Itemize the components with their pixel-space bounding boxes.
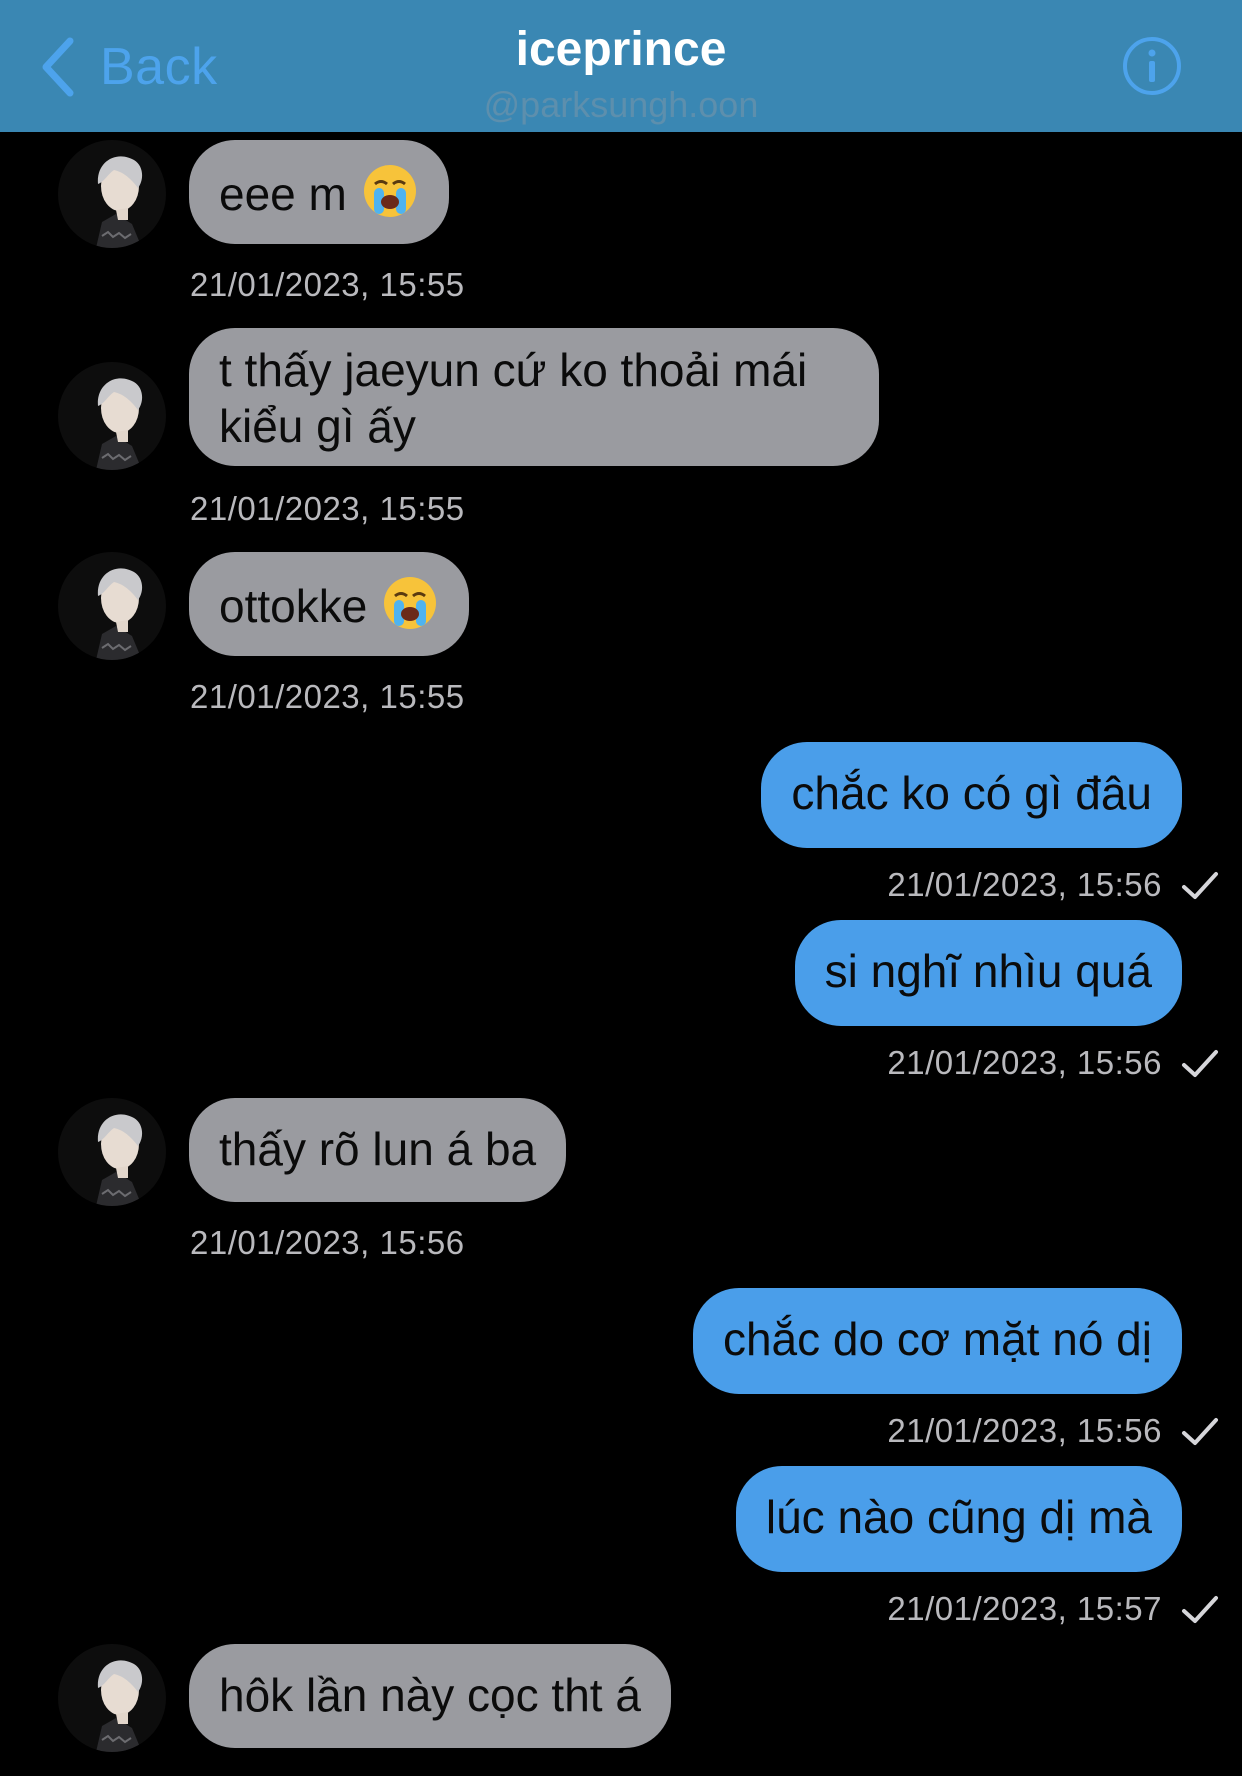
checkmark-icon	[1180, 1416, 1220, 1448]
chat-header: Back iceprince @parksungh.oon	[0, 0, 1242, 132]
checkmark-icon	[1180, 870, 1220, 902]
chat-subtitle: @parksungh.oon	[483, 84, 759, 125]
message-bubble[interactable]: chắc ko có gì đâu	[761, 742, 1182, 848]
avatar[interactable]	[58, 362, 166, 470]
chat-title: iceprince	[515, 23, 727, 76]
avatar[interactable]	[58, 1098, 166, 1206]
message-timestamp: 21/01/2023, 15:55	[190, 678, 465, 715]
message-text: chắc do cơ mặt nó dị	[722, 1313, 1152, 1365]
message-bubble[interactable]: hôk lần này cọc tht á	[189, 1644, 671, 1748]
message-text: ottokke	[219, 580, 368, 632]
message-timestamp: 21/01/2023, 15:56	[190, 1224, 465, 1261]
message-text: chắc ko có gì đâu	[791, 767, 1152, 819]
message-timestamp: 21/01/2023, 15:56	[887, 1412, 1162, 1449]
message-text: si nghĩ nhìu quá	[824, 945, 1152, 997]
message-timestamp: 21/01/2023, 15:55	[190, 266, 465, 303]
loudly-crying-face-icon	[361, 162, 419, 220]
avatar[interactable]	[58, 140, 166, 248]
message-bubble[interactable]: si nghĩ nhìu quá	[794, 920, 1182, 1026]
message-text: hôk lần này cọc tht á	[219, 1669, 641, 1721]
message-text: thấy rõ lun á ba	[219, 1123, 537, 1175]
message-bubble[interactable]: ottokke	[189, 552, 470, 656]
message-timestamp: 21/01/2023, 15:56	[887, 866, 1162, 903]
message-bubble[interactable]: chắc do cơ mặt nó dị	[692, 1288, 1182, 1394]
info-icon[interactable]	[1122, 36, 1182, 96]
message-timestamp: 21/01/2023, 15:57	[887, 1590, 1162, 1627]
checkmark-icon	[1180, 1048, 1220, 1080]
message-bubble[interactable]: t thấy jaeyun cứ ko thoải mái kiểu gì ấy	[189, 328, 879, 466]
message-bubble[interactable]: thấy rõ lun á ba	[189, 1098, 567, 1202]
message-text: eee m	[219, 168, 347, 220]
message-timestamp: 21/01/2023, 15:56	[887, 1044, 1162, 1081]
message-text: t thấy jaeyun cứ ko thoải mái kiểu gì ấy	[219, 344, 808, 452]
message-bubble[interactable]: eee m	[189, 140, 449, 244]
message-timestamp: 21/01/2023, 15:55	[190, 490, 465, 527]
message-bubble[interactable]: lúc nào cũng dị mà	[735, 1466, 1182, 1572]
loudly-crying-face-icon	[381, 574, 439, 632]
checkmark-icon	[1180, 1594, 1220, 1626]
message-text: lúc nào cũng dị mà	[765, 1491, 1152, 1543]
avatar[interactable]	[58, 1644, 166, 1752]
avatar[interactable]	[58, 552, 166, 660]
